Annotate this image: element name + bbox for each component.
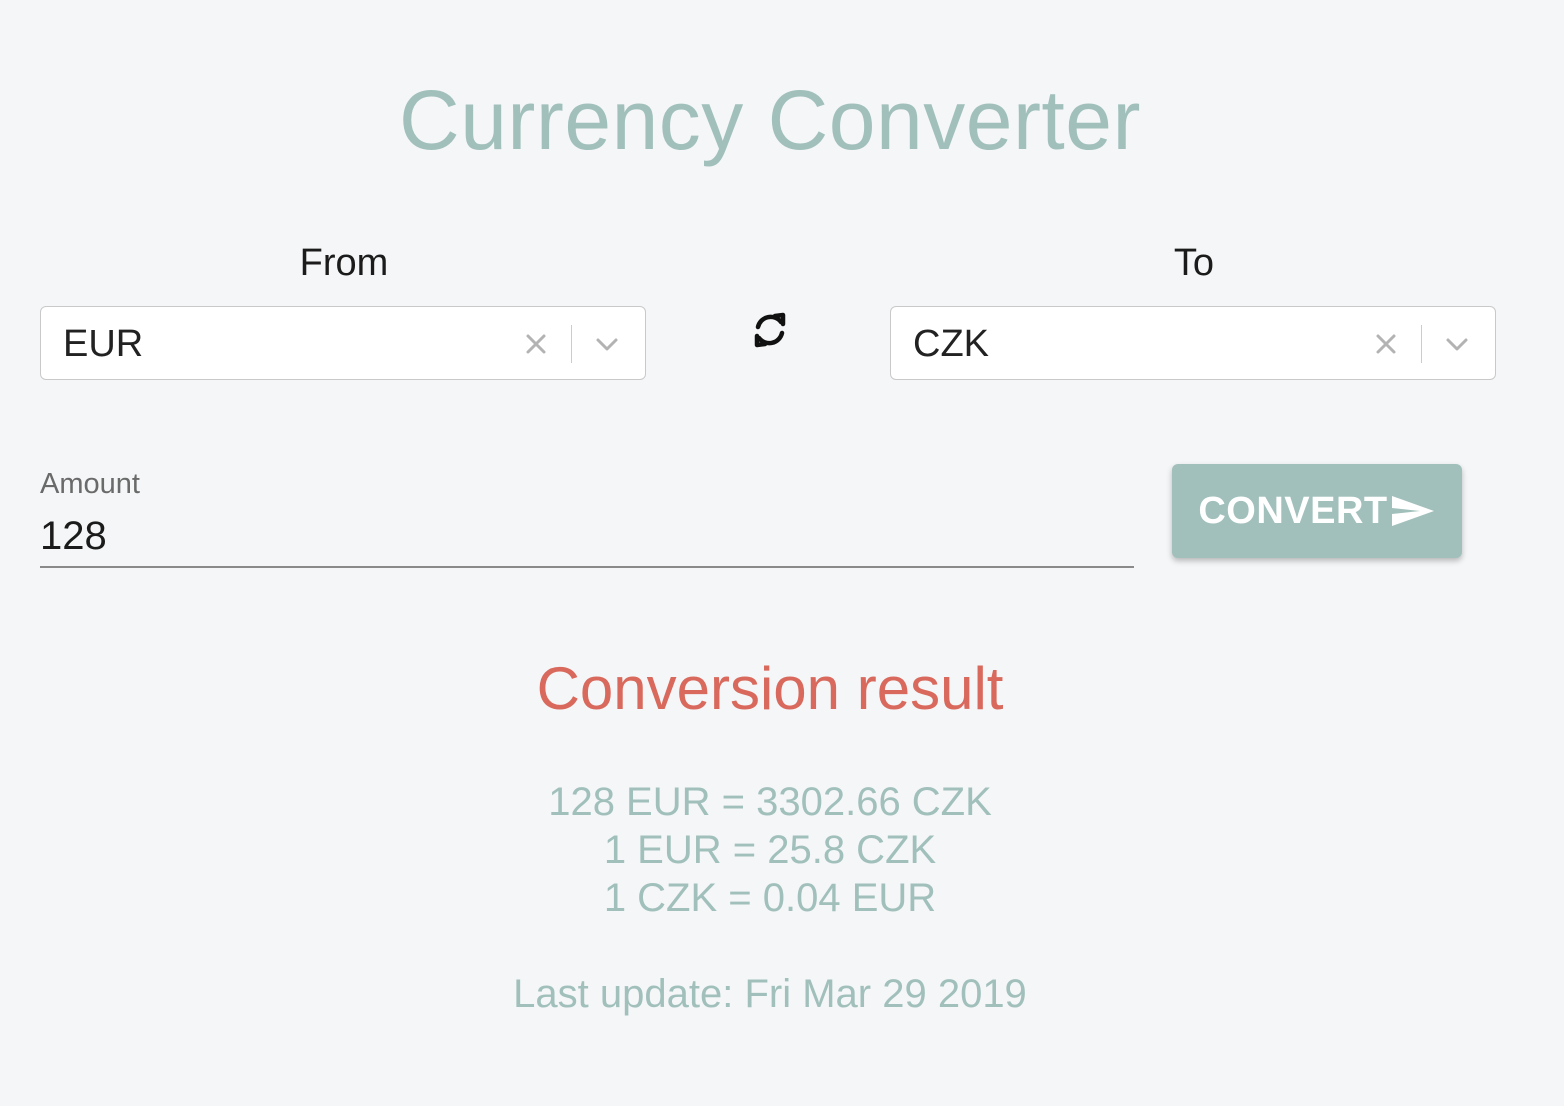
chevron-down-icon[interactable] bbox=[593, 333, 621, 355]
from-currency-value: EUR bbox=[63, 323, 144, 365]
send-arrow-icon bbox=[1391, 496, 1434, 526]
chevron-down-icon[interactable] bbox=[1443, 333, 1471, 355]
amount-input[interactable] bbox=[40, 506, 1134, 568]
from-currency-select[interactable]: EUR bbox=[40, 306, 646, 380]
swap-icon[interactable] bbox=[748, 306, 792, 354]
to-currency-select[interactable]: CZK bbox=[890, 306, 1496, 380]
convert-button-label: CONVERT bbox=[1198, 489, 1388, 532]
last-update: Last update: Fri Mar 29 2019 bbox=[513, 972, 1027, 1016]
result-rate-reverse: 1 CZK = 0.04 EUR bbox=[603, 876, 937, 920]
clear-icon[interactable] bbox=[1373, 331, 1399, 357]
select-separator bbox=[1421, 325, 1422, 363]
amount-label: Amount bbox=[40, 468, 140, 500]
convert-button[interactable]: CONVERT bbox=[1172, 464, 1462, 558]
to-label: To bbox=[1173, 242, 1215, 284]
to-currency-value: CZK bbox=[913, 323, 989, 365]
page-title: Currency Converter bbox=[399, 73, 1141, 167]
clear-icon[interactable] bbox=[523, 331, 549, 357]
select-separator bbox=[571, 325, 572, 363]
from-label: From bbox=[299, 242, 389, 284]
result-rate-forward: 1 EUR = 25.8 CZK bbox=[603, 828, 937, 872]
result-total: 128 EUR = 3302.66 CZK bbox=[548, 780, 992, 824]
result-title: Conversion result bbox=[536, 655, 1004, 722]
